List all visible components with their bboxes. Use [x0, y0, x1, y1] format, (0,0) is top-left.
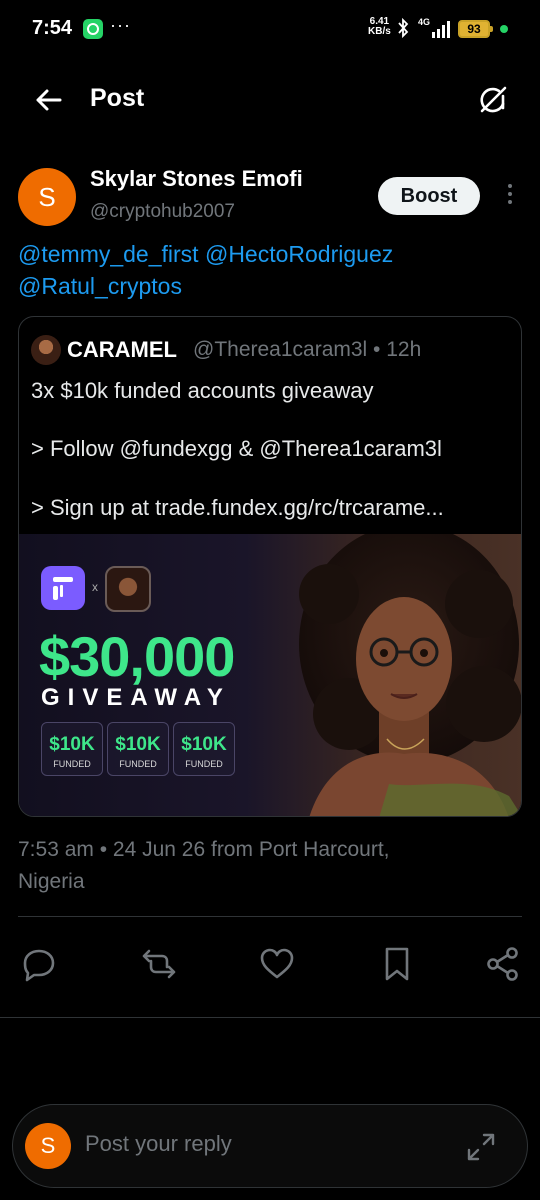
author-name[interactable]: Skylar Stones Emofi [90, 166, 303, 192]
quote-text-line: > Follow @fundexgg & @Therea1caram3l [31, 436, 442, 461]
network-speed: 6.41 KB/s [368, 17, 391, 37]
mention-link[interactable]: @Ratul_cryptos [18, 273, 182, 299]
whatsapp-icon [83, 19, 103, 39]
bookmark-icon [385, 947, 409, 981]
more-notifications-icon: ··· [110, 15, 131, 35]
funded-badge-label: FUNDED [185, 759, 223, 769]
post-text: @temmy_de_first @HectoRodriguez @Ratul_c… [18, 238, 518, 302]
funded-badge-label: FUNDED [119, 759, 157, 769]
repost-icon [142, 949, 176, 979]
reply-button[interactable] [20, 945, 58, 983]
like-icon [260, 948, 294, 979]
quote-media-image[interactable]: x $30,000 GIVEAWAY $10K FUNDED $10K FUND… [19, 534, 521, 816]
more-options-icon[interactable] [500, 180, 520, 212]
page-title: Post [90, 84, 145, 112]
divider [18, 916, 522, 917]
funded-badge-value: $10K [49, 734, 95, 755]
funded-badge: $10K FUNDED [107, 722, 169, 776]
divider [0, 1017, 540, 1018]
author-handle[interactable]: @cryptohub2007 [90, 201, 235, 223]
reply-avatar: S [25, 1123, 71, 1169]
arrow-left-icon [36, 89, 62, 111]
post-header: Post [0, 62, 540, 138]
mention-link[interactable]: @temmy_de_first [18, 241, 199, 267]
share-icon [487, 947, 518, 981]
bluetooth-icon [398, 17, 409, 39]
quote-author-handle: @Therea1caram3l • 12h [193, 338, 422, 361]
quote-author-name: CARAMEL [67, 337, 177, 362]
battery-indicator: 93 [458, 20, 493, 38]
status-bar: 7:54 ··· 6.41 KB/s 4G 93 [0, 0, 540, 62]
back-button[interactable] [30, 82, 66, 118]
privacy-indicator-dot [500, 25, 508, 33]
funded-badge: $10K FUNDED [173, 722, 235, 776]
grok-button[interactable] [475, 82, 511, 118]
like-button[interactable] [258, 945, 296, 983]
funded-badge-label: FUNDED [53, 759, 91, 769]
post-timestamp: 7:53 am • 24 Jun 26 from Port Harcourt, … [18, 834, 518, 898]
boost-button[interactable]: Boost [378, 177, 480, 215]
reply-icon [23, 949, 55, 982]
giveaway-amount: $30,000 [39, 625, 235, 688]
woman-illustration [299, 534, 521, 816]
reply-composer: S [12, 1104, 528, 1188]
quote-text-line: > Sign up at trade.fundex.gg/rc/trcarame… [31, 495, 444, 520]
grok-icon [480, 86, 507, 113]
network-type: 4G [418, 17, 431, 27]
expand-icon [467, 1133, 495, 1161]
quoted-post[interactable]: CARAMEL @Therea1caram3l • 12h 3x $10k fu… [18, 316, 522, 817]
bookmark-button[interactable] [378, 945, 416, 983]
mention-link[interactable]: @HectoRodriguez [205, 241, 393, 267]
repost-button[interactable] [140, 945, 178, 983]
funded-badge-value: $10K [115, 734, 161, 755]
author-avatar[interactable]: S [18, 168, 76, 226]
expand-composer-button[interactable] [465, 1131, 497, 1163]
quote-text-line: 3x $10k funded accounts giveaway [31, 378, 374, 403]
signal-icon [432, 21, 450, 38]
funded-badge-value: $10K [181, 734, 227, 755]
network-speed-unit: KB/s [368, 26, 391, 37]
quote-avatar [31, 335, 61, 365]
caramel-logo [105, 566, 151, 612]
timestamp-line: Nigeria [18, 870, 85, 893]
timestamp-line: 7:53 am • 24 Jun 26 from Port Harcourt, [18, 838, 390, 861]
fundex-logo [41, 566, 85, 610]
collab-times: x [92, 580, 98, 594]
reply-input[interactable] [85, 1131, 445, 1157]
status-time: 7:54 [32, 17, 73, 39]
funded-badge: $10K FUNDED [41, 722, 103, 776]
share-button[interactable] [484, 945, 522, 983]
giveaway-headline: GIVEAWAY [41, 684, 231, 711]
